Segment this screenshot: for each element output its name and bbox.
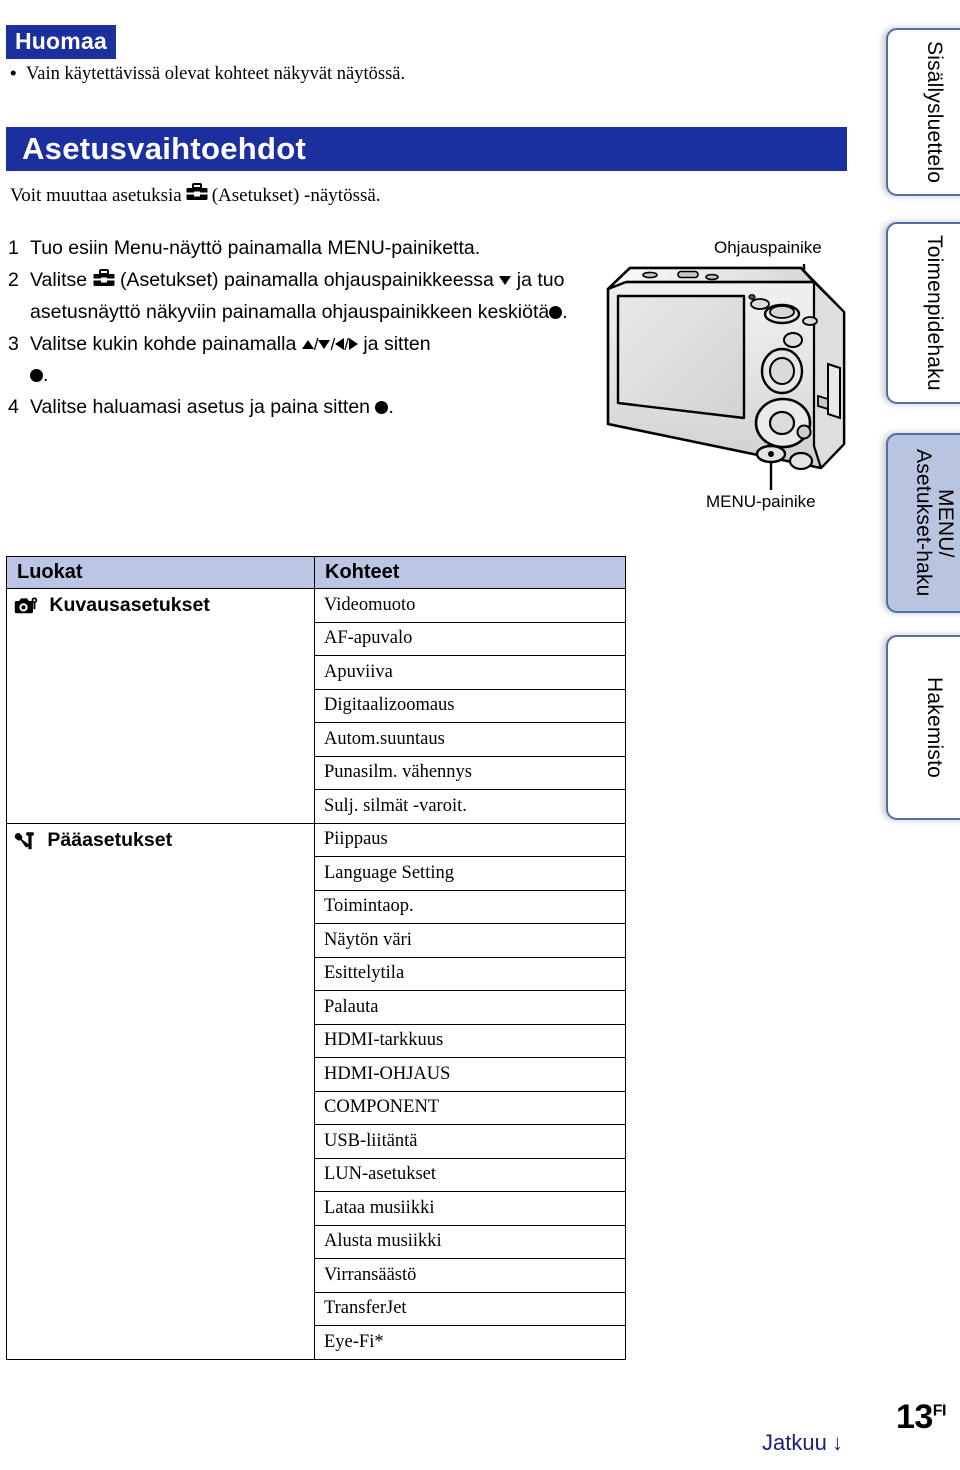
page-title: Asetusvaihtoehdot (22, 131, 307, 166)
table-header-row: Luokat Kohteet (6, 556, 626, 589)
settings-table: Luokat Kohteet Kuvausasetukset Videomuot… (6, 556, 626, 1360)
intro-text-before: Voit muuttaa asetuksia (10, 184, 182, 206)
triangle-down-icon (499, 276, 512, 285)
triangle-down-icon (318, 340, 331, 349)
item-cell: HDMI-tarkkuus (314, 1023, 626, 1058)
item-cell: Autom.suuntaus (314, 722, 626, 757)
camera-rear-illustration: Ohjauspainike MENU-painike (596, 236, 876, 521)
item-cell: AF-apuvalo (314, 621, 626, 656)
filled-circle-icon (375, 401, 389, 414)
sidebar-tab-label: Sisällysluettelo (923, 40, 947, 184)
item-cell: Eye-Fi* (314, 1325, 626, 1360)
item-cell: Punasilm. vähennys (314, 755, 626, 790)
step-number: 2 (8, 269, 19, 291)
tools-icon (13, 831, 36, 857)
note-bullet-text: Vain käytettävissä olevat kohteet näkyvä… (26, 64, 406, 84)
step-text-d: . (562, 301, 568, 323)
sidebar-tab-index[interactable]: Hakemisto (886, 635, 960, 820)
toolbox-icon (93, 267, 115, 297)
triangle-up-icon (301, 340, 314, 349)
item-cell: HDMI-OHJAUS (314, 1057, 626, 1092)
note-bullet: • Vain käytettävissä olevat kohteet näkyv… (10, 62, 570, 85)
filled-circle-icon (30, 369, 43, 382)
document-page: Huomaa • Vain käytettävissä olevat kohtee… (0, 0, 960, 1470)
step-text-a: Valitse (30, 269, 88, 291)
item-cell: Apuviiva (314, 655, 626, 690)
step-item: 3 Valitse kukin kohde painamalla / / / ja … (8, 329, 588, 390)
item-cell: Alusta musiikki (314, 1224, 626, 1259)
sidebar-tab-contents[interactable]: Sisällysluettelo (886, 28, 960, 196)
item-cell: Videomuoto (314, 588, 626, 623)
intro-text-after: (Asetukset) -näytössä. (211, 184, 381, 206)
table-row: Pääasetukset Piippaus (6, 822, 626, 1360)
item-cell: LUN-asetukset (314, 1157, 626, 1192)
item-cell: Näytön väri (314, 923, 626, 958)
item-cell: Language Setting (314, 856, 626, 891)
step-text: Valitse haluamasi asetus ja paina sitten… (30, 392, 588, 422)
sidebar-tab-operation-search[interactable]: Toimenpidehaku (886, 222, 960, 404)
step-item: 2 Valitse (Asetukset) painamalla ohjausp… (8, 265, 588, 327)
sidebar-tab-label: Toimenpidehaku (923, 235, 947, 391)
arrow-down-icon: ↓ (831, 1430, 843, 1455)
step-text-b: ja sitten (363, 333, 431, 355)
sidebar-tab-label: Hakemisto (923, 677, 947, 778)
sidebar-tab-label: MENU/ Asetukset-haku (912, 449, 958, 597)
bullet-marker: • (10, 62, 17, 83)
item-cell: Digitaalizoomaus (314, 688, 626, 723)
table-row: Kuvausasetukset Videomuoto (6, 588, 626, 824)
category-label: Pääasetukset (47, 828, 173, 851)
step-number: 3 (8, 333, 19, 355)
item-cell: Palauta (314, 990, 626, 1025)
step-number: 1 (8, 237, 19, 259)
category-label: Kuvausasetukset (49, 594, 210, 616)
item-cell: USB-liitäntä (314, 1124, 626, 1159)
step-text-c: . (43, 364, 49, 386)
section-intro: Voit muuttaa asetuksia (Asetukset) -näyt… (10, 183, 381, 208)
step-text: Tuo esiin Menu-näyttö painamalla MENU-pa… (30, 237, 481, 259)
item-cell: COMPONENT (314, 1090, 626, 1125)
toolbox-icon (186, 183, 208, 208)
item-cell: Esittelytila (314, 956, 626, 991)
section-title-bar: Asetusvaihtoehdot (6, 127, 847, 171)
step-text-a: Valitse haluamasi asetus ja paina sitten (30, 396, 371, 418)
item-cell: Sulj. silmät -varoit. (314, 789, 626, 824)
item-cell: Toimintaop. (314, 889, 626, 924)
category-cell-main-settings: Pääasetukset (6, 822, 315, 1360)
steps-list: 1 Tuo esiin Menu-näyttö painamalla MENU-… (8, 233, 588, 424)
item-cell: Virransäästö (314, 1258, 626, 1293)
sidebar-tab-menu-settings-search[interactable]: MENU/ Asetukset-haku (886, 433, 960, 613)
note-badge: Huomaa (6, 25, 116, 59)
step-text-c: . (388, 396, 394, 418)
filled-circle-icon (549, 306, 563, 319)
column-header-categories: Luokat (6, 556, 315, 589)
camera-settings-icon (13, 596, 38, 622)
triangle-left-icon (335, 338, 345, 350)
figure-label-control-button: Ohjauspainike (714, 238, 822, 257)
step-text-b: (Asetukset) painamalla ohjauspainikkeess… (119, 269, 494, 291)
column-header-items: Kohteet (314, 556, 626, 589)
page-number: 13FI (895, 1398, 947, 1437)
step-item: 4 Valitse haluamasi asetus ja paina sitt… (8, 392, 588, 422)
triangle-right-icon (348, 338, 358, 350)
step-text: Valitse kukin kohde painamalla / / / ja si… (30, 329, 588, 390)
page-number-suffix: FI (932, 1402, 947, 1420)
step-item: 1 Tuo esiin Menu-näyttö painamalla MENU-… (8, 233, 588, 263)
item-cell: Lataa musiikki (314, 1191, 626, 1226)
item-cell: TransferJet (314, 1291, 626, 1326)
figure-label-menu-button: MENU-painike (706, 492, 816, 511)
step-text: Valitse (Asetukset) painamalla ohjauspai… (30, 265, 588, 327)
page-number-value: 13 (895, 1398, 933, 1436)
camera-drawing (606, 264, 846, 490)
continue-link[interactable]: Jatkuu ↓ (762, 1430, 843, 1456)
category-cell-shooting-settings: Kuvausasetukset (6, 588, 315, 824)
step-text-a: Valitse kukin kohde painamalla (30, 333, 297, 355)
item-cell: Piippaus (314, 822, 626, 857)
step-number: 4 (8, 396, 19, 418)
continue-label: Jatkuu (762, 1430, 827, 1455)
